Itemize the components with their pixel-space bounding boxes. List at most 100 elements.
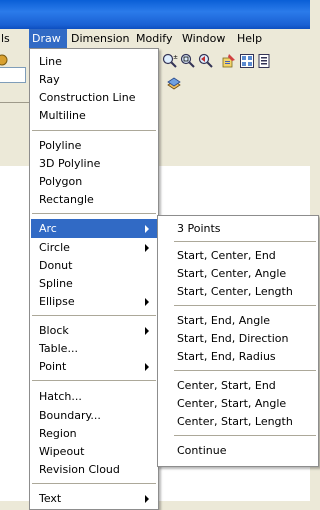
menu-separator — [174, 435, 316, 436]
menu-item-arc[interactable]: Arc — [31, 219, 157, 238]
menu-item-boundary[interactable]: Boundary... — [31, 406, 157, 425]
menu-item-region[interactable]: Region — [31, 424, 157, 443]
menu-item-label: Block — [39, 324, 69, 337]
menu-item-label: 3D Polyline — [39, 157, 101, 170]
submenu-item-start-end-radius[interactable]: Start, End, Radius — [159, 347, 317, 366]
menu-item-multiline[interactable]: Multiline — [31, 106, 157, 125]
submenu-item-label: 3 Points — [177, 222, 221, 235]
menu-item-label: Point — [39, 360, 67, 373]
draw-menu: Line Ray Construction Line Multiline Pol… — [29, 48, 159, 510]
submenu-item-start-center-angle[interactable]: Start, Center, Angle — [159, 264, 317, 283]
zoom-realtime-icon[interactable]: ± — [162, 53, 178, 69]
layer-states-icon[interactable] — [166, 76, 182, 92]
menu-item-label: Hatch... — [39, 390, 82, 403]
menu-item-label: Revision Cloud — [39, 463, 120, 476]
menu-item-label: Ellipse — [39, 295, 75, 308]
menu-separator — [174, 305, 316, 306]
menu-item-circle[interactable]: Circle — [31, 238, 157, 257]
menu-item-label: Construction Line — [39, 91, 136, 104]
menu-item-label: Polyline — [39, 139, 82, 152]
submenu-item-label: Continue — [177, 444, 227, 457]
menu-item-spline[interactable]: Spline — [31, 274, 157, 293]
menu-item-label: Circle — [39, 241, 70, 254]
menu-item-label: Wipeout — [39, 445, 85, 458]
menu-separator — [174, 241, 316, 242]
menu-window[interactable]: Window — [182, 29, 225, 48]
menu-modify[interactable]: Modify — [136, 29, 172, 48]
menu-separator — [32, 130, 156, 131]
submenu-item-3-points[interactable]: 3 Points — [159, 219, 317, 238]
submenu-item-label: Center, Start, Length — [177, 415, 293, 428]
submenu-item-center-start-length[interactable]: Center, Start, Length — [159, 412, 317, 431]
menu-item-ray[interactable]: Ray — [31, 70, 157, 89]
submenu-item-center-start-angle[interactable]: Center, Start, Angle — [159, 394, 317, 413]
submenu-item-continue[interactable]: Continue — [159, 441, 317, 460]
menu-draw[interactable]: Draw — [29, 29, 67, 48]
menu-separator — [32, 315, 156, 316]
menu-item-revision-cloud[interactable]: Revision Cloud — [31, 460, 157, 479]
menu-item-point[interactable]: Point — [31, 357, 157, 376]
menu-item-label: Donut — [39, 259, 73, 272]
menu-bar: ls Draw Dimension Modify Window Help — [0, 29, 310, 49]
menu-tools[interactable]: ls — [1, 29, 10, 48]
menu-item-label: Polygon — [39, 175, 83, 188]
menu-item-wipeout[interactable]: Wipeout — [31, 442, 157, 461]
menu-item-label: Boundary... — [39, 409, 101, 422]
submenu-arrow-icon — [145, 327, 149, 335]
menu-item-label: Line — [39, 55, 62, 68]
menu-item-hatch[interactable]: Hatch... — [31, 387, 157, 406]
zoom-previous-icon[interactable] — [198, 53, 214, 69]
menu-item-text[interactable]: Text — [31, 489, 157, 508]
submenu-item-start-center-end[interactable]: Start, Center, End — [159, 246, 317, 265]
menu-item-rectangle[interactable]: Rectangle — [31, 190, 157, 209]
submenu-item-label: Center, Start, Angle — [177, 397, 287, 410]
submenu-item-start-end-direction[interactable]: Start, End, Direction — [159, 329, 317, 348]
design-center-icon[interactable] — [239, 53, 255, 69]
menu-separator — [32, 483, 156, 484]
menu-separator — [32, 213, 156, 214]
zoom-window-icon[interactable] — [180, 53, 196, 69]
menu-help[interactable]: Help — [237, 29, 262, 48]
toolbar-divider — [0, 102, 30, 103]
submenu-item-center-start-end[interactable]: Center, Start, End — [159, 376, 317, 395]
menu-item-construction-line[interactable]: Construction Line — [31, 88, 157, 107]
submenu-item-start-center-length[interactable]: Start, Center, Length — [159, 282, 317, 301]
submenu-arrow-icon — [145, 298, 149, 306]
menu-item-label: Arc — [39, 222, 57, 235]
menu-item-table[interactable]: Table... — [31, 339, 157, 358]
submenu-item-label: Start, End, Radius — [177, 350, 276, 363]
submenu-item-label: Start, End, Angle — [177, 314, 271, 327]
layer-combo[interactable] — [0, 67, 26, 83]
menu-item-label: Table... — [39, 342, 78, 355]
properties-icon[interactable] — [221, 53, 237, 69]
submenu-item-label: Start, Center, Angle — [177, 267, 287, 280]
menu-item-polygon[interactable]: Polygon — [31, 172, 157, 191]
submenu-item-label: Start, Center, Length — [177, 285, 293, 298]
svg-text:±: ± — [173, 54, 178, 61]
menu-item-label: Ray — [39, 73, 60, 86]
menu-item-3d-polyline[interactable]: 3D Polyline — [31, 154, 157, 173]
menu-item-label: Rectangle — [39, 193, 94, 206]
submenu-arrow-icon — [145, 244, 149, 252]
title-bar — [0, 0, 310, 29]
submenu-item-start-end-angle[interactable]: Start, End, Angle — [159, 311, 317, 330]
menu-item-label: Region — [39, 427, 77, 440]
menu-item-ellipse[interactable]: Ellipse — [31, 292, 157, 311]
menu-separator — [174, 370, 316, 371]
menu-dimension[interactable]: Dimension — [71, 29, 129, 48]
submenu-item-label: Start, End, Direction — [177, 332, 289, 345]
match-properties-icon[interactable] — [0, 52, 12, 68]
submenu-arrow-icon — [145, 363, 149, 371]
menu-separator — [32, 380, 156, 381]
submenu-arrow-icon — [145, 495, 149, 503]
submenu-item-label: Center, Start, End — [177, 379, 276, 392]
tool-palettes-icon[interactable] — [257, 53, 273, 69]
submenu-item-label: Start, Center, End — [177, 249, 276, 262]
menu-item-block[interactable]: Block — [31, 321, 157, 340]
menu-item-label: Text — [39, 492, 62, 505]
arc-submenu: 3 Points Start, Center, End Start, Cente… — [157, 215, 319, 467]
submenu-arrow-icon — [145, 225, 149, 233]
menu-item-line[interactable]: Line — [31, 52, 157, 71]
menu-item-donut[interactable]: Donut — [31, 256, 157, 275]
menu-item-polyline[interactable]: Polyline — [31, 136, 157, 155]
